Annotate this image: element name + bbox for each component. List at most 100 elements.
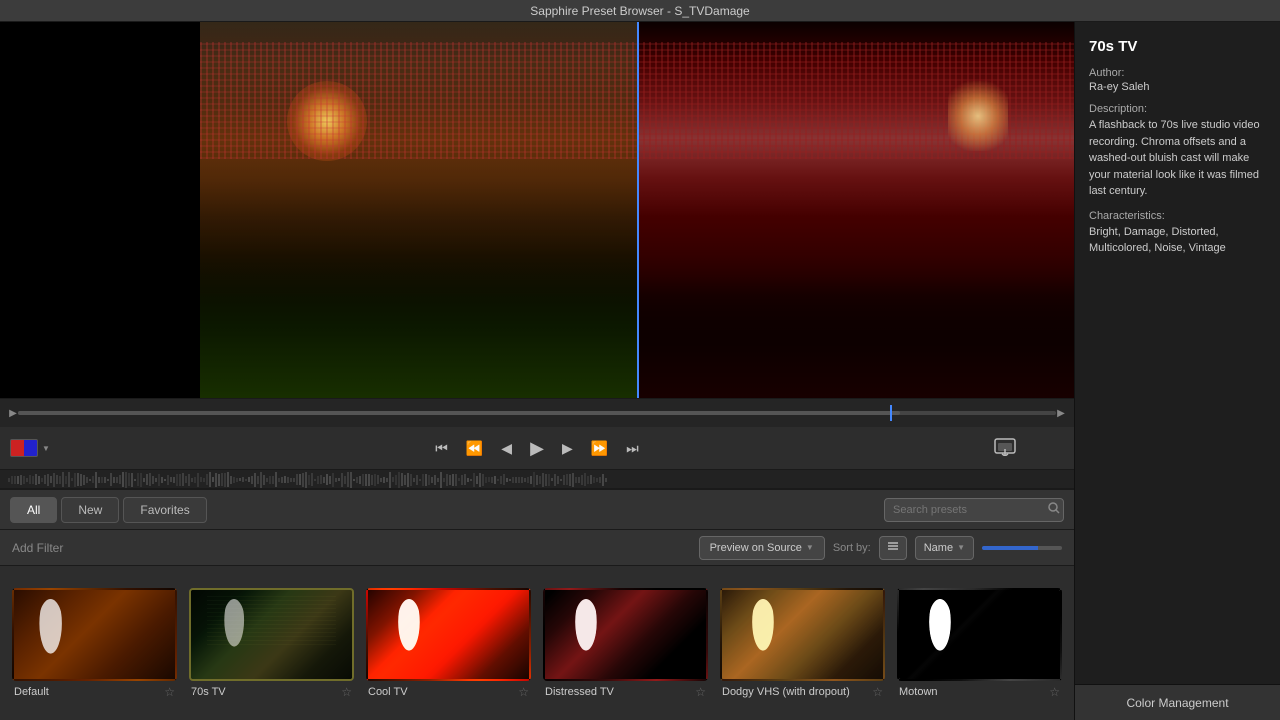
titlebar: Sapphire Preset Browser - S_TVDamage — [0, 0, 1280, 22]
favorite-star-dodgy[interactable]: ☆ — [872, 685, 883, 699]
thumb-bg-cooltv — [368, 590, 529, 679]
preset-label-row-motown: Motown ☆ — [897, 681, 1062, 699]
sort-name-dropdown[interactable]: Name ▼ — [915, 536, 974, 560]
video-preview — [0, 22, 1074, 398]
sort-name-dropdown-arrow: ▼ — [957, 543, 965, 552]
presets-panel: All New Favorites Add Filter — [0, 488, 1074, 720]
favorite-star-distressed[interactable]: ☆ — [695, 685, 706, 699]
left-panel: ▶ ▶ ▼ ⏮ ⏪ ◀ ▶ ◀ ⏩ — [0, 22, 1074, 720]
skip-to-start-button[interactable]: ⏮ — [429, 436, 454, 461]
color-swatch-area[interactable]: ▼ — [10, 439, 50, 457]
export-button[interactable] — [994, 438, 1016, 459]
description-text: A flashback to 70s live studio video rec… — [1089, 117, 1266, 200]
timeline-start-arrow[interactable]: ▶ — [8, 408, 18, 418]
preset-thumbnail-dodgy — [720, 588, 885, 681]
preset-name-70stv: 70s TV — [191, 686, 226, 698]
thumb-bg-dodgy — [722, 590, 883, 679]
search-button[interactable] — [1048, 502, 1060, 517]
video-split-line — [637, 22, 639, 398]
author-value: Ra-ey Saleh — [1089, 81, 1266, 93]
characteristics-text: Bright, Damage, Distorted, Multicolored,… — [1089, 224, 1266, 257]
skip-to-end-button[interactable]: ⏭ — [620, 436, 645, 461]
preset-label-row-70stv: 70s TV ☆ — [189, 681, 354, 699]
preview-source-dropdown[interactable]: Preview on Source ▼ — [699, 536, 825, 560]
preset-item-70stv[interactable]: 70s TV ☆ — [189, 588, 354, 699]
sort-by-label: Sort by: — [833, 542, 871, 554]
tab-favorites[interactable]: Favorites — [123, 497, 206, 523]
video-right-half — [637, 22, 1074, 398]
preview-source-label: Preview on Source — [710, 542, 802, 554]
preset-title: 70s TV — [1089, 38, 1266, 55]
main-container: ▶ ▶ ▼ ⏮ ⏪ ◀ ▶ ◀ ⏩ — [0, 22, 1280, 720]
add-filter-link[interactable]: Add Filter — [12, 541, 63, 555]
sort-icon — [886, 539, 900, 553]
description-label: Description: — [1089, 103, 1266, 115]
black-bar-left — [0, 22, 200, 398]
tab-new[interactable]: New — [61, 497, 119, 523]
preset-thumbnail-cooltv — [366, 588, 531, 681]
preset-item-cooltv[interactable]: Cool TV ☆ — [366, 588, 531, 699]
filter-sort-bar: Add Filter Preview on Source ▼ Sort by: — [0, 530, 1074, 566]
export-icon — [994, 438, 1016, 456]
sort-order-button[interactable] — [879, 536, 907, 560]
timeline-progress — [18, 411, 900, 415]
presets-grid: Default ☆ 70s TV ☆ — [0, 566, 1074, 720]
controls-row: ▼ ⏮ ⏪ ◀ ▶ ◀ ⏩ ⏭ — [0, 427, 1074, 469]
preset-label-row-dodgy: Dodgy VHS (with dropout) ☆ — [720, 681, 885, 699]
preset-name-cooltv: Cool TV — [368, 686, 408, 698]
favorite-star-cooltv[interactable]: ☆ — [518, 685, 529, 699]
presets-tabs-bar: All New Favorites — [0, 490, 1074, 530]
rewind-fast-button[interactable]: ⏪ — [460, 436, 489, 461]
fast-forward-button[interactable]: ⏩ — [585, 436, 614, 461]
thumb-bg-default — [14, 590, 175, 679]
play-button[interactable]: ▶ — [524, 434, 550, 463]
tab-all[interactable]: All — [10, 497, 57, 523]
crowd-left — [200, 42, 637, 159]
preset-thumbnail-motown — [897, 588, 1062, 681]
preset-thumbnail-distressed — [543, 588, 708, 681]
preset-thumbnail-default — [12, 588, 177, 681]
preset-item-dodgy[interactable]: Dodgy VHS (with dropout) ☆ — [720, 588, 885, 699]
color-management-button[interactable]: Color Management — [1075, 684, 1280, 720]
search-icon — [1048, 502, 1060, 514]
step-back-button[interactable]: ◀ — [495, 436, 518, 461]
preset-item-distressed[interactable]: Distressed TV ☆ — [543, 588, 708, 699]
characteristics-label: Characteristics: — [1089, 210, 1266, 222]
timeline-end-arrow[interactable]: ▶ — [1056, 408, 1066, 418]
author-label: Author: — [1089, 67, 1266, 79]
preset-name-dodgy: Dodgy VHS (with dropout) — [722, 686, 850, 698]
timeline-playhead — [890, 405, 892, 421]
info-panel: 70s TV Author: Ra-ey Saleh Description: … — [1075, 22, 1280, 684]
favorite-star-motown[interactable]: ☆ — [1049, 685, 1060, 699]
preset-label-row-default: Default ☆ — [12, 681, 177, 699]
transport-area: ▶ ▶ ▼ ⏮ ⏪ ◀ ▶ ◀ ⏩ — [0, 398, 1074, 488]
video-content — [200, 22, 1074, 398]
light-effect-right — [948, 81, 1008, 151]
waveform-display — [0, 470, 1074, 489]
preset-name-default: Default — [14, 686, 49, 698]
timeline-track[interactable] — [18, 411, 1056, 415]
search-container — [884, 498, 1064, 522]
color-swatch-dropdown-arrow[interactable]: ▼ — [42, 444, 50, 453]
preset-thumbnail-70stv — [189, 588, 354, 681]
search-input[interactable] — [884, 498, 1064, 522]
field-overlay — [200, 256, 637, 398]
step-forward-button[interactable]: ◀ — [556, 436, 579, 461]
right-panel: 70s TV Author: Ra-ey Saleh Description: … — [1074, 22, 1280, 720]
preset-name-distressed: Distressed TV — [545, 686, 614, 698]
favorite-star-70stv[interactable]: ☆ — [341, 685, 352, 699]
video-wrapper — [0, 22, 1074, 398]
video-left-half — [200, 22, 637, 398]
preset-label-row-cooltv: Cool TV ☆ — [366, 681, 531, 699]
timeline[interactable]: ▶ ▶ — [0, 399, 1074, 427]
size-slider[interactable] — [982, 546, 1062, 550]
favorite-star-default[interactable]: ☆ — [164, 685, 175, 699]
field-overlay-right — [637, 276, 1074, 399]
preview-source-dropdown-arrow: ▼ — [806, 543, 814, 552]
preset-label-row-distressed: Distressed TV ☆ — [543, 681, 708, 699]
preset-item-motown[interactable]: Motown ☆ — [897, 588, 1062, 699]
preset-item-default[interactable]: Default ☆ — [12, 588, 177, 699]
preset-name-motown: Motown — [899, 686, 938, 698]
window-title: Sapphire Preset Browser - S_TVDamage — [530, 4, 749, 18]
thumb-bg-distressed — [545, 590, 706, 679]
